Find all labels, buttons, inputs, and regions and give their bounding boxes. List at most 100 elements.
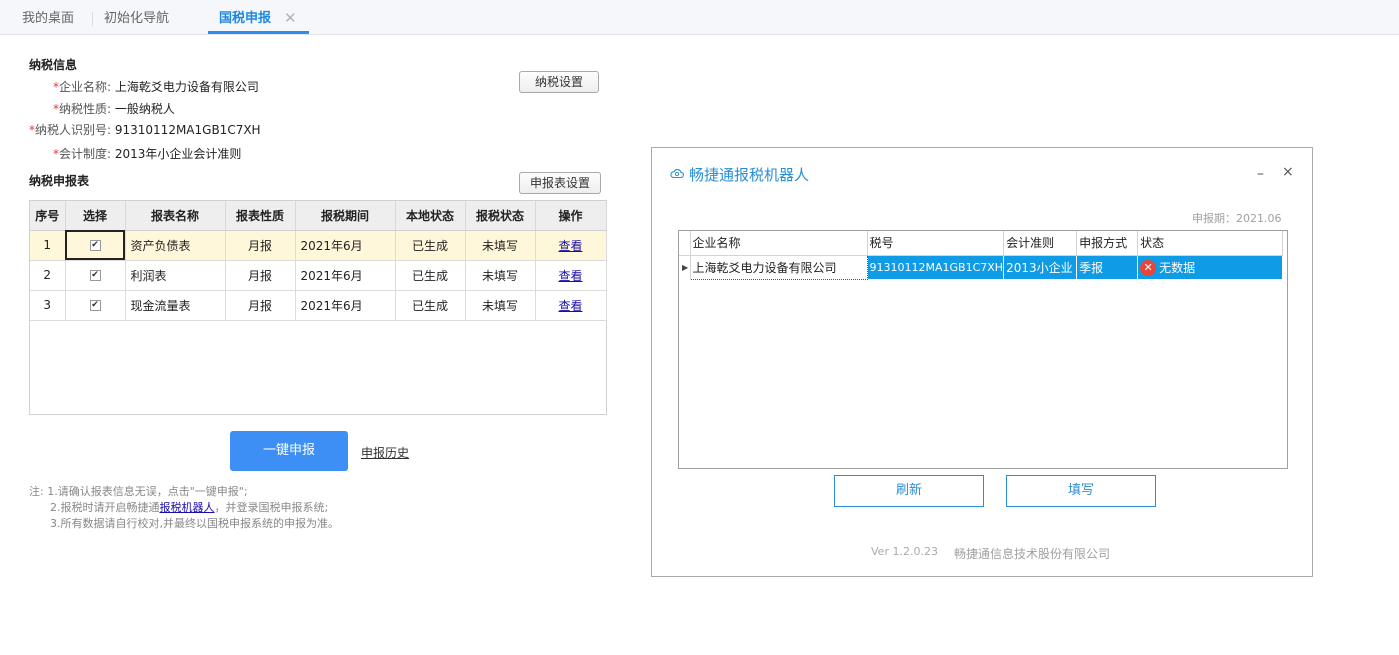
row-indicator-icon: ▶	[679, 255, 691, 279]
table-row[interactable]: 3 ✔ 现金流量表 月报 2021年6月 已生成 未填写 查看	[30, 290, 607, 321]
report-period: 2021年6月	[295, 290, 396, 321]
method-cell[interactable]: 季报	[1076, 255, 1139, 279]
tax-settings-button[interactable]: 纳税设置	[519, 71, 599, 93]
tax-robot-dialog: 畅捷通报税机器人 – × 申报期：2021.06 企业名称 税号 会计准则 申报…	[651, 147, 1313, 577]
local-status: 已生成	[395, 260, 466, 291]
row-checkbox[interactable]: ✔	[89, 240, 101, 251]
nature-row: *纳税性质: 一般纳税人	[53, 100, 175, 117]
taxid-label: 纳税人识别号:	[35, 123, 112, 137]
view-cell: 查看	[535, 290, 607, 321]
row-number: 1	[30, 230, 66, 261]
row-select-cell[interactable]: ✔	[65, 260, 126, 291]
column-header[interactable]: 申报方式	[1076, 231, 1139, 256]
column-header[interactable]: 状态	[1137, 231, 1284, 256]
fill-button[interactable]: 填写	[1006, 475, 1156, 507]
note-line-3: 3.所有数据请自行校对,并最终以国税申报系统的申报为准。	[50, 517, 339, 530]
report-grid: 序号 选择 报表名称 报表性质 报税期间 本地状态 报税状态 操作 1 ✔ 资产…	[29, 200, 607, 415]
row-checkbox[interactable]: ✔	[89, 300, 101, 311]
row-select-cell[interactable]: ✔	[65, 230, 126, 261]
tab-init-nav[interactable]: 初始化导航	[104, 0, 169, 34]
status-text: 无数据	[1159, 260, 1196, 275]
column-header[interactable]: 会计准则	[1003, 231, 1078, 256]
tax-status: 未填写	[465, 230, 536, 261]
row-number: 2	[30, 260, 66, 291]
local-status: 已生成	[395, 230, 466, 261]
tax-status: 未填写	[465, 260, 536, 291]
report-name: 资产负债表	[125, 230, 226, 261]
nature-value: 一般纳税人	[114, 102, 175, 116]
column-header[interactable]: 税号	[867, 231, 1005, 256]
table-row[interactable]: 2 ✔ 利润表 月报 2021年6月 已生成 未填写 查看	[30, 260, 607, 291]
tax-status: 未填写	[465, 290, 536, 321]
taxid-value: 91310112MA1GB1C7XH	[114, 123, 261, 137]
column-header[interactable]: 选择	[65, 201, 126, 231]
standard-cell[interactable]: 2013小企业	[1003, 255, 1078, 279]
table-row[interactable]: 1 ✔ 资产负债表 月报 2021年6月 已生成 未填写 查看	[30, 230, 607, 261]
view-cell: 查看	[535, 260, 607, 291]
company-cell[interactable]: 上海乾爻电力设备有限公司	[689, 254, 868, 280]
report-nature: 月报	[225, 260, 296, 291]
column-header[interactable]: 本地状态	[395, 201, 466, 231]
column-header[interactable]: 序号	[30, 201, 66, 231]
company-value: 上海乾爻电力设备有限公司	[114, 80, 259, 94]
footer-company: 畅捷通信息技术股份有限公司	[954, 547, 1111, 561]
report-settings-button[interactable]: 申报表设置	[519, 172, 601, 194]
taxid-row: *纳税人识别号: 91310112MA1GB1C7XH	[29, 121, 261, 138]
accounting-row: *会计制度: 2013年小企业会计准则	[53, 145, 241, 162]
company-grid: 企业名称 税号 会计准则 申报方式 状态 ▶ 上海乾爻电力设备有限公司 9131…	[678, 230, 1288, 469]
row-checkbox[interactable]: ✔	[89, 270, 101, 281]
taxid-cell[interactable]: 91310112MA1GB1C7XH	[867, 255, 1005, 279]
report-grid-header: 序号 选择 报表名称 报表性质 报税期间 本地状态 报税状态 操作	[30, 201, 607, 231]
report-period: 2021年6月	[295, 230, 396, 261]
report-period: 2021年6月	[295, 260, 396, 291]
dialog-title: 畅捷通报税机器人	[689, 166, 810, 184]
note-line-1: 注: 1.请确认报表信息无误，点击"一键申报";	[29, 485, 248, 498]
column-header[interactable]: 报税期间	[295, 201, 396, 231]
company-row: *企业名称: 上海乾爻电力设备有限公司	[53, 78, 259, 95]
cloud-icon	[670, 169, 684, 179]
tab-tax-report[interactable]: 国税申报 ✕	[208, 0, 309, 34]
view-link[interactable]: 查看	[558, 269, 582, 283]
accounting-label: 会计制度:	[59, 147, 112, 161]
history-link[interactable]: 申报历史	[361, 444, 409, 461]
row-header-corner	[679, 231, 691, 256]
column-header[interactable]: 操作	[535, 201, 607, 231]
note-line-2: 2.报税时请开启畅捷通报税机器人，并登录国税申报系统;	[50, 499, 328, 515]
minimize-icon[interactable]: –	[1257, 166, 1264, 182]
nature-label: 纳税性质:	[59, 102, 112, 116]
view-link[interactable]: 查看	[558, 239, 582, 253]
table-row[interactable]: ▶ 上海乾爻电力设备有限公司 91310112MA1GB1C7XH 2013小企…	[679, 254, 1284, 280]
view-cell: 查看	[535, 230, 607, 261]
tab-tax-report-label: 国税申报	[219, 11, 272, 26]
tab-divider	[92, 12, 93, 26]
refresh-button[interactable]: 刷新	[834, 475, 984, 507]
robot-link[interactable]: 报税机器人	[160, 501, 215, 514]
note-line-2-post: ，并登录国税申报系统;	[214, 501, 329, 514]
error-icon: ✕	[1140, 260, 1157, 276]
company-grid-header: 企业名称 税号 会计准则 申报方式 状态	[679, 231, 1284, 256]
note-line-2-pre: 2.报税时请开启畅捷通	[50, 501, 160, 514]
report-nature: 月报	[225, 230, 296, 261]
close-icon[interactable]: ×	[1282, 164, 1294, 180]
column-header[interactable]: 报税状态	[465, 201, 536, 231]
tax-info-title: 纳税信息	[29, 58, 78, 72]
report-period: 申报期：2021.06	[1192, 212, 1282, 225]
version-text: Ver 1.2.0.23	[871, 545, 938, 558]
tab-desktop[interactable]: 我的桌面	[22, 0, 74, 34]
submit-all-button[interactable]: 一键申报	[230, 431, 348, 471]
status-cell[interactable]: ✕ 无数据	[1137, 255, 1284, 279]
report-table-title: 纳税申报表	[29, 174, 90, 188]
row-number: 3	[30, 290, 66, 321]
close-icon[interactable]: ✕	[284, 0, 297, 37]
row-select-cell[interactable]: ✔	[65, 290, 126, 321]
local-status: 已生成	[395, 290, 466, 321]
company-label: 企业名称:	[59, 80, 112, 94]
accounting-value: 2013年小企业会计准则	[114, 147, 242, 161]
view-link[interactable]: 查看	[558, 299, 582, 313]
column-header[interactable]: 企业名称	[690, 231, 868, 256]
column-header[interactable]: 报表名称	[125, 201, 226, 231]
column-header[interactable]: 报表性质	[225, 201, 296, 231]
report-name: 现金流量表	[125, 290, 226, 321]
report-name: 利润表	[125, 260, 226, 291]
tab-bar: 我的桌面 初始化导航 国税申报 ✕	[0, 0, 1399, 35]
